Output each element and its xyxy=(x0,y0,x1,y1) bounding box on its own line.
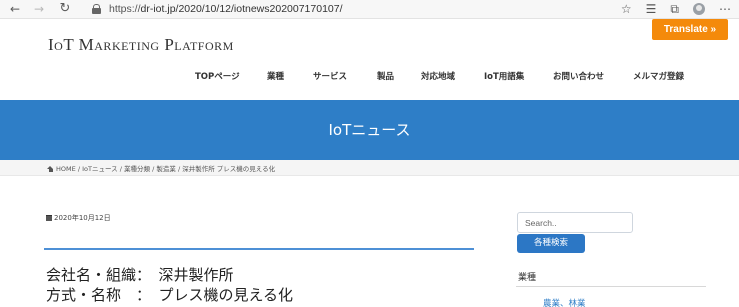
breadcrumb-bar: HOME / IoTニュース / 業種分類 / 製造業 / 深井製作所 プレス機… xyxy=(0,160,739,176)
search-button[interactable]: 各種検索 xyxy=(517,234,585,253)
back-icon[interactable]: ← xyxy=(6,0,24,18)
breadcrumb-separator: / xyxy=(119,165,122,173)
sidebar-heading: 業種 xyxy=(518,273,537,283)
nav-item-glossary[interactable]: IoT用語集 xyxy=(484,70,524,82)
sidebar-item-agriculture[interactable]: 農業、林業 xyxy=(543,297,586,307)
post-date: 2020年10月12日 xyxy=(46,213,111,223)
url-path: dr-iot.jp/2020/10/12/iotnews202007170107… xyxy=(140,3,343,15)
translate-button[interactable]: Translate » xyxy=(652,19,728,40)
breadcrumb-separator: / xyxy=(152,165,155,173)
more-icon[interactable]: ⋯ xyxy=(719,2,731,16)
breadcrumb-item[interactable]: 業種分類 xyxy=(124,165,150,173)
page-title: IoTニュース xyxy=(328,121,411,139)
breadcrumb: HOME / IoTニュース / 業種分類 / 製造業 / 深井製作所 プレス機… xyxy=(47,163,275,173)
method-line: 方式・名称 ： プレス機の見える化 xyxy=(46,286,294,304)
browser-toolbar: ← → ↻ https://dr-iot.jp/2020/10/12/iotne… xyxy=(0,0,739,19)
breadcrumb-separator: / xyxy=(177,165,181,173)
url-protocol: https:// xyxy=(109,3,141,15)
forward-icon[interactable]: → xyxy=(30,0,48,18)
breadcrumb-item[interactable]: 製造業 xyxy=(156,165,176,173)
lock-icon[interactable] xyxy=(92,4,101,14)
nav-item-industry[interactable]: 業種 xyxy=(267,70,284,82)
breadcrumb-item[interactable]: IoTニュース xyxy=(82,165,118,173)
company-line: 会社名・組織： 深井製作所 xyxy=(46,266,234,284)
nav-item-newsletter[interactable]: メルマガ登録 xyxy=(633,70,684,82)
nav-item-contact[interactable]: お問い合わせ xyxy=(553,70,604,82)
nav-item-product[interactable]: 製品 xyxy=(377,70,394,82)
site-title[interactable]: IoT Marketing Platform xyxy=(48,35,234,55)
page-banner: IoTニュース xyxy=(0,100,739,160)
search-input[interactable] xyxy=(517,212,633,233)
address-bar[interactable]: https://dr-iot.jp/2020/10/12/iotnews2020… xyxy=(109,2,343,16)
post-date-text: 2020年10月12日 xyxy=(54,214,111,222)
favorites-icon[interactable]: ☰ xyxy=(646,2,657,16)
title-divider xyxy=(44,248,474,250)
nav-item-top[interactable]: TOPページ xyxy=(195,70,240,82)
breadcrumb-home[interactable]: HOME xyxy=(56,165,76,173)
reload-icon[interactable]: ↻ xyxy=(56,0,74,18)
breadcrumb-current: 深井製作所 プレス機の見える化 xyxy=(182,165,276,173)
sidebar-divider xyxy=(516,286,706,287)
breadcrumb-separator: / xyxy=(77,165,81,173)
calendar-icon xyxy=(46,215,52,221)
home-icon xyxy=(47,166,54,172)
nav-item-service[interactable]: サービス xyxy=(313,70,347,82)
star-icon[interactable]: ☆ xyxy=(621,2,632,16)
profile-icon[interactable] xyxy=(693,3,705,15)
collections-icon[interactable]: ⧉ xyxy=(670,2,679,17)
main-nav: TOPページ 業種 サービス 製品 対応地域 IoT用語集 お問い合わせ メルマ… xyxy=(0,70,739,84)
nav-item-region[interactable]: 対応地域 xyxy=(421,70,455,82)
